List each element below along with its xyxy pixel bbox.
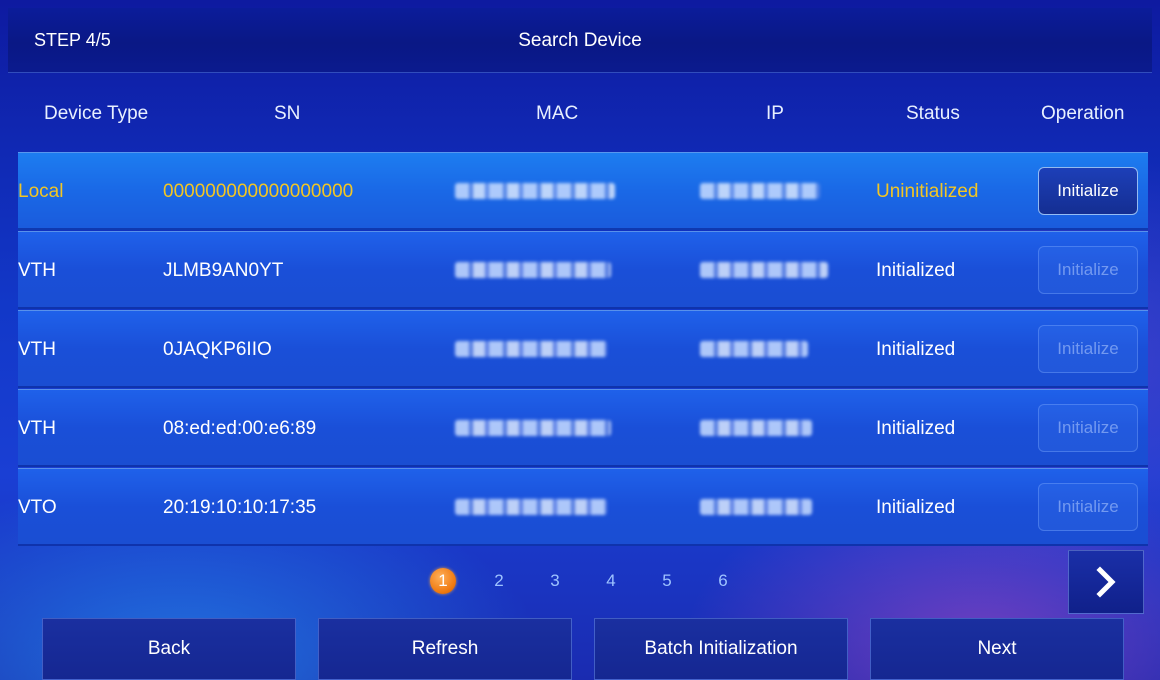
page-5-button[interactable]: 5 [654,568,680,594]
device-type-cell: VTH [18,260,56,281]
initialize-button-disabled: Initialize [1038,404,1138,452]
chevron-right-icon [1096,566,1116,598]
column-header-sn: SN [274,103,301,124]
status-cell: Uninitialized [876,181,979,202]
page-4-button[interactable]: 4 [598,568,624,594]
mac-cell-redacted [455,341,607,357]
status-cell: Initialized [876,339,956,360]
search-device-screen: STEP 4/5 Search Device Device Type SN MA… [0,0,1160,680]
page-3-button[interactable]: 3 [542,568,568,594]
mac-cell-redacted [455,262,611,278]
column-header-mac: MAC [536,103,579,124]
device-type-cell: VTH [18,339,56,360]
page-6-button[interactable]: 6 [710,568,736,594]
table-row[interactable]: VTH JLMB9AN0YT Initialized Initialize [18,231,1148,309]
refresh-button[interactable]: Refresh [318,618,572,680]
pagination: 1 2 3 4 5 6 [430,567,766,595]
page-2-button[interactable]: 2 [486,568,512,594]
initialize-button-disabled: Initialize [1038,246,1138,294]
table-row[interactable]: VTO 20:19:10:10:17:35 Initialized Initia… [18,468,1148,546]
ip-cell-redacted [700,499,812,515]
sn-cell: 08:ed:ed:00:e6:89 [163,418,317,439]
device-type-cell: VTO [18,497,57,518]
sn-cell: JLMB9AN0YT [163,260,284,281]
sn-cell: 000000000000000000 [163,181,354,202]
ip-cell-redacted [700,262,828,278]
table-row[interactable]: VTH 08:ed:ed:00:e6:89 Initialized Initia… [18,389,1148,467]
row-divider [18,386,1148,388]
ip-cell-redacted [700,183,820,199]
column-header-operation: Operation [1041,103,1125,124]
mac-cell-redacted [455,420,611,436]
mac-cell-redacted [455,499,607,515]
next-button[interactable]: Next [870,618,1124,680]
row-divider [18,228,1148,230]
initialize-button-disabled: Initialize [1038,483,1138,531]
row-divider [18,465,1148,467]
sn-cell: 20:19:10:10:17:35 [163,497,317,518]
ip-cell-redacted [700,420,812,436]
device-type-cell: Local [18,181,64,202]
initialize-button[interactable]: Initialize [1038,167,1138,215]
initialize-button-disabled: Initialize [1038,325,1138,373]
column-header-device-type: Device Type [44,103,149,124]
ip-cell-redacted [700,341,808,357]
batch-initialization-button[interactable]: Batch Initialization [594,618,848,680]
back-button[interactable]: Back [42,618,296,680]
header-bar: STEP 4/5 Search Device [8,8,1152,73]
device-table: Local 000000000000000000 Uninitialized I… [18,152,1148,547]
next-page-button[interactable] [1068,550,1144,614]
sn-cell: 0JAQKP6IIO [163,339,272,360]
row-divider [18,544,1148,546]
column-header-ip: IP [766,103,784,124]
page-1-button[interactable]: 1 [430,568,456,594]
status-cell: Initialized [876,418,956,439]
status-cell: Initialized [876,497,956,518]
device-type-cell: VTH [18,418,56,439]
table-row[interactable]: VTH 0JAQKP6IIO Initialized Initialize [18,310,1148,388]
status-cell: Initialized [876,260,956,281]
mac-cell-redacted [455,183,615,199]
page-title: Search Device [518,30,642,51]
table-row[interactable]: Local 000000000000000000 Uninitialized I… [18,152,1148,230]
column-header-status: Status [906,103,960,124]
row-divider [18,307,1148,309]
